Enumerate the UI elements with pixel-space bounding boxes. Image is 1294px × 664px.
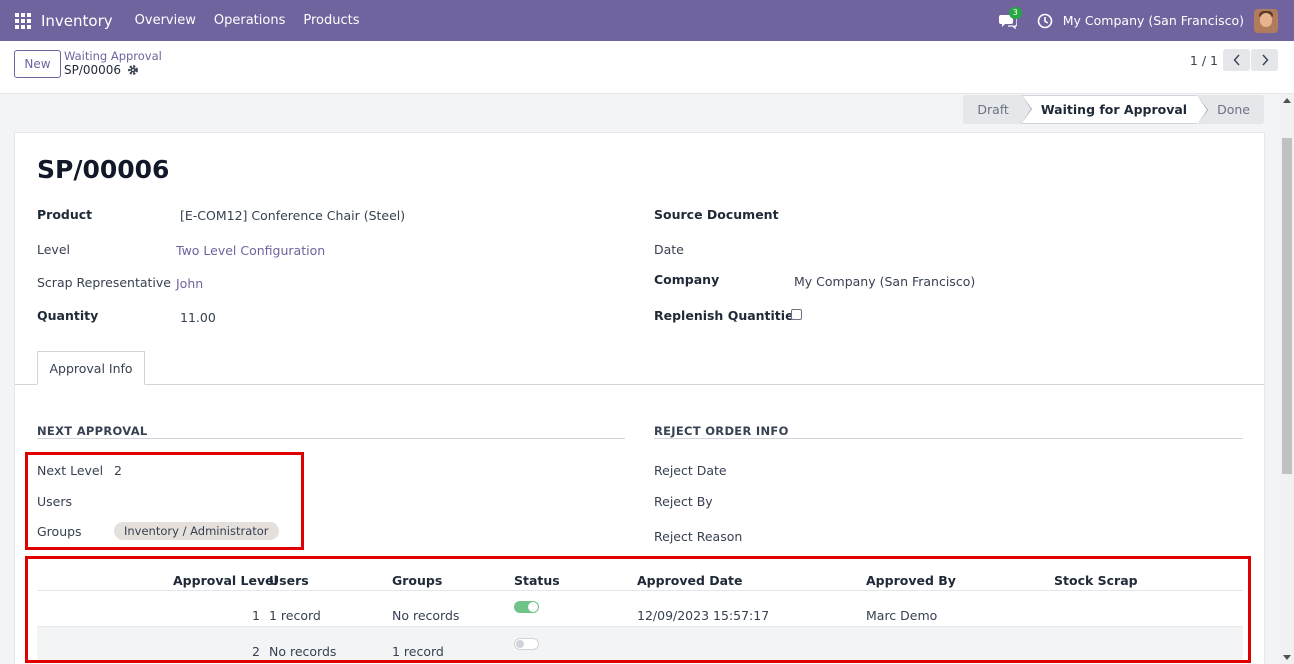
top-navbar: Inventory Overview Operations Products 3… xyxy=(0,0,1294,41)
chevron-left-icon xyxy=(1233,54,1240,66)
control-panel: New Waiting Approval SP/00006 1 / 1 xyxy=(0,41,1294,94)
stage-active-label: Waiting for Approval xyxy=(1040,102,1188,117)
scroll-up-arrow-icon[interactable] xyxy=(1283,98,1291,103)
breadcrumb-current: SP/00006 xyxy=(64,63,139,77)
reject-date-label: Reject Date xyxy=(654,463,727,478)
product-value[interactable]: [E-COM12] Conference Chair (Steel) xyxy=(180,208,405,223)
reject-reason-label: Reject Reason xyxy=(654,529,743,544)
pager-next-button[interactable] xyxy=(1251,49,1278,71)
breadcrumb-current-label: SP/00006 xyxy=(64,63,122,77)
approval-table-highlight xyxy=(25,556,1251,663)
reject-info-title: REJECT ORDER INFO xyxy=(654,424,789,438)
next-approval-divider xyxy=(37,438,625,439)
form-sheet: SP/00006 Product [E-COM12] Conference Ch… xyxy=(14,132,1265,664)
tabs-divider xyxy=(15,384,1264,385)
date-label: Date xyxy=(654,242,684,257)
stage-draft-label: Draft xyxy=(977,102,1009,117)
app-brand[interactable]: Inventory xyxy=(41,12,113,30)
company-switcher[interactable]: My Company (San Francisco) xyxy=(1063,13,1244,28)
reject-info-divider xyxy=(654,438,1243,439)
menu-products[interactable]: Products xyxy=(303,13,359,28)
scroll-down-arrow-icon[interactable] xyxy=(1283,655,1291,660)
reject-by-label: Reject By xyxy=(654,494,713,509)
company-label: Company xyxy=(654,272,720,287)
replenish-checkbox[interactable] xyxy=(791,309,802,320)
page-scrollbar[interactable] xyxy=(1280,94,1294,664)
product-label: Product xyxy=(37,207,93,222)
user-avatar[interactable] xyxy=(1254,8,1278,33)
stage-draft[interactable]: Draft xyxy=(963,94,1032,124)
new-button[interactable]: New xyxy=(14,50,61,78)
activity-clock-icon[interactable] xyxy=(1037,13,1053,29)
messages-badge: 3 xyxy=(1008,6,1022,19)
company-value[interactable]: My Company (San Francisco) xyxy=(794,274,975,289)
stage-waiting-for-approval[interactable]: Waiting for Approval xyxy=(1020,95,1209,125)
replenish-label: Replenish Quantities xyxy=(654,308,801,323)
scrap-rep-label: Scrap Representative xyxy=(37,275,171,290)
quantity-label: Quantity xyxy=(37,308,99,323)
chevron-right-icon xyxy=(1261,54,1268,66)
apps-grid-icon[interactable] xyxy=(15,12,31,29)
level-label: Level xyxy=(37,242,70,257)
stage-done-label: Done xyxy=(1217,102,1250,117)
status-bar: Draft Waiting for Approval Done xyxy=(963,94,1264,125)
breadcrumb-parent[interactable]: Waiting Approval xyxy=(64,49,162,63)
quantity-value[interactable]: 11.00 xyxy=(180,310,216,325)
pager-value[interactable]: 1 / 1 xyxy=(1190,53,1218,68)
menu-operations[interactable]: Operations xyxy=(214,13,285,28)
gear-icon[interactable] xyxy=(127,64,139,76)
pager-previous-button[interactable] xyxy=(1223,49,1250,71)
next-approval-highlight xyxy=(25,452,304,550)
tab-approval-info[interactable]: Approval Info xyxy=(37,351,145,385)
record-title: SP/00006 xyxy=(37,155,170,184)
scrap-rep-link[interactable]: John xyxy=(176,276,203,291)
level-link[interactable]: Two Level Configuration xyxy=(176,243,325,258)
source-doc-label: Source Document xyxy=(654,207,779,222)
menu-overview[interactable]: Overview xyxy=(135,13,196,28)
next-approval-title: NEXT APPROVAL xyxy=(37,424,148,438)
scroll-thumb[interactable] xyxy=(1282,138,1292,474)
messages-icon[interactable]: 3 xyxy=(998,6,1022,29)
